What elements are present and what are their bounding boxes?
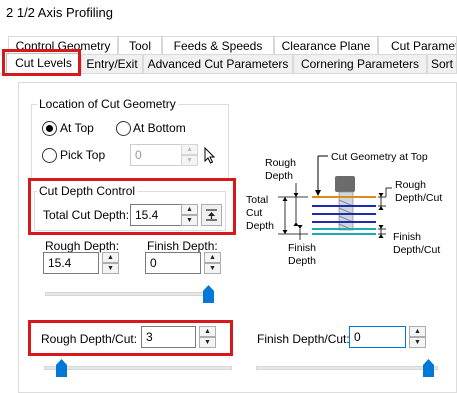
at-top-label[interactable]: At Top: [60, 121, 94, 135]
at-top-radio[interactable]: [42, 121, 57, 136]
diagram-total-line2: Cut: [246, 207, 262, 219]
tab-entry-exit[interactable]: Entry/Exit: [81, 54, 143, 73]
depth-slider-thumb[interactable]: [203, 285, 214, 303]
rough-depth-spinner[interactable]: ▲ ▼: [102, 252, 119, 274]
tab-row-2: Cut Levels Entry/Exit Advanced Cut Param…: [0, 53, 457, 75]
rough-depth-cut-label: Rough Depth/Cut:: [41, 332, 138, 346]
chevron-up-icon[interactable]: ▲: [199, 326, 216, 337]
total-cut-depth-label: Total Cut Depth:: [43, 208, 130, 222]
finish-depth-cut-input[interactable]: 0: [349, 326, 406, 348]
chevron-down-icon[interactable]: ▼: [409, 337, 426, 348]
tab-cut-parameters[interactable]: Cut Paramete: [378, 36, 457, 55]
location-group-legend: Location of Cut Geometry: [37, 97, 178, 111]
rough-depth-cut-input[interactable]: 3: [141, 326, 196, 348]
diagram-rough-depth-cut-line1: Rough: [395, 179, 426, 191]
tab-cornering-parameters[interactable]: Cornering Parameters: [293, 54, 427, 73]
rough-depth-cut-spinner[interactable]: ▲ ▼: [199, 326, 216, 348]
chevron-up-icon[interactable]: ▲: [204, 252, 221, 263]
finish-depth-cut-slider-track[interactable]: [256, 366, 438, 370]
depth-calculator-button[interactable]: [201, 204, 222, 226]
chevron-down-icon[interactable]: ▼: [181, 215, 198, 226]
at-bottom-label[interactable]: At Bottom: [133, 121, 186, 135]
finish-depth-spinner[interactable]: ▲ ▼: [204, 252, 221, 274]
diagram-rough-depth-line2: Depth: [265, 170, 293, 182]
chevron-up-icon[interactable]: ▲: [181, 144, 198, 155]
chevron-down-icon[interactable]: ▼: [181, 155, 198, 166]
diagram-total-line1: Total: [246, 194, 268, 206]
cut-depth-control-legend: Cut Depth Control: [37, 184, 138, 198]
diagram-rough-depth-cut-line2: Depth/Cut: [395, 192, 442, 204]
chevron-down-icon[interactable]: ▼: [199, 337, 216, 348]
pick-top-radio[interactable]: [42, 148, 57, 163]
chevron-up-icon[interactable]: ▲: [181, 204, 198, 215]
diagram-cut-geometry-label: Cut Geometry at Top: [331, 151, 428, 163]
diagram-finish-depth-line1: Finish: [288, 242, 316, 254]
chevron-down-icon[interactable]: ▼: [102, 263, 119, 274]
depth-arrows-icon: [206, 209, 217, 221]
tab-underline: [0, 73, 457, 74]
chevron-up-icon[interactable]: ▲: [409, 326, 426, 337]
diagram-finish-depth-line2: Depth: [288, 255, 316, 267]
location-group: [31, 104, 229, 180]
at-bottom-radio[interactable]: [116, 121, 131, 136]
diagram-finish-depth-cut-line1: Finish: [393, 231, 421, 243]
diagram-rough-depth-line1: Rough: [265, 157, 296, 169]
total-cut-depth-input[interactable]: 15.4: [130, 204, 182, 226]
diagram-finish-depth-cut-line2: Depth/Cut: [393, 244, 440, 256]
pick-top-input[interactable]: 0: [130, 144, 182, 166]
finish-depth-input[interactable]: 0: [145, 252, 201, 274]
rough-depth-cut-slider-thumb[interactable]: [56, 359, 67, 377]
chevron-up-icon[interactable]: ▲: [102, 252, 119, 263]
tab-tool[interactable]: Tool: [118, 36, 162, 55]
pick-top-label[interactable]: Pick Top: [60, 148, 105, 162]
finish-depth-cut-spinner[interactable]: ▲ ▼: [409, 326, 426, 348]
depth-slider-track[interactable]: [45, 292, 208, 296]
cut-levels-diagram: Rough Depth Cut Geometry at Top Total Cu…: [238, 148, 448, 273]
rough-depth-cut-slider-track[interactable]: [44, 366, 232, 370]
tab-cut-levels[interactable]: Cut Levels: [6, 53, 81, 75]
tab-feeds-speeds[interactable]: Feeds & Speeds: [162, 36, 274, 55]
pick-cursor-icon[interactable]: [200, 145, 218, 165]
pick-top-spinner[interactable]: ▲ ▼: [181, 144, 198, 166]
window-title: 2 1/2 Axis Profiling: [6, 5, 113, 20]
tab-advanced-cut-parameters[interactable]: Advanced Cut Parameters: [143, 54, 293, 73]
rough-depth-label: Rough Depth:: [45, 239, 120, 253]
finish-depth-cut-label: Finish Depth/Cut:: [257, 332, 350, 346]
total-cut-depth-spinner[interactable]: ▲ ▼: [181, 204, 198, 226]
rough-depth-input[interactable]: 15.4: [43, 252, 99, 274]
finish-depth-label: Finish Depth:: [147, 239, 218, 253]
chevron-down-icon[interactable]: ▼: [204, 263, 221, 274]
tab-sort[interactable]: Sort: [427, 54, 457, 73]
diagram-total-line3: Depth: [246, 220, 274, 232]
finish-depth-cut-slider-thumb[interactable]: [423, 359, 434, 377]
tab-clearance-plane[interactable]: Clearance Plane: [274, 36, 378, 55]
